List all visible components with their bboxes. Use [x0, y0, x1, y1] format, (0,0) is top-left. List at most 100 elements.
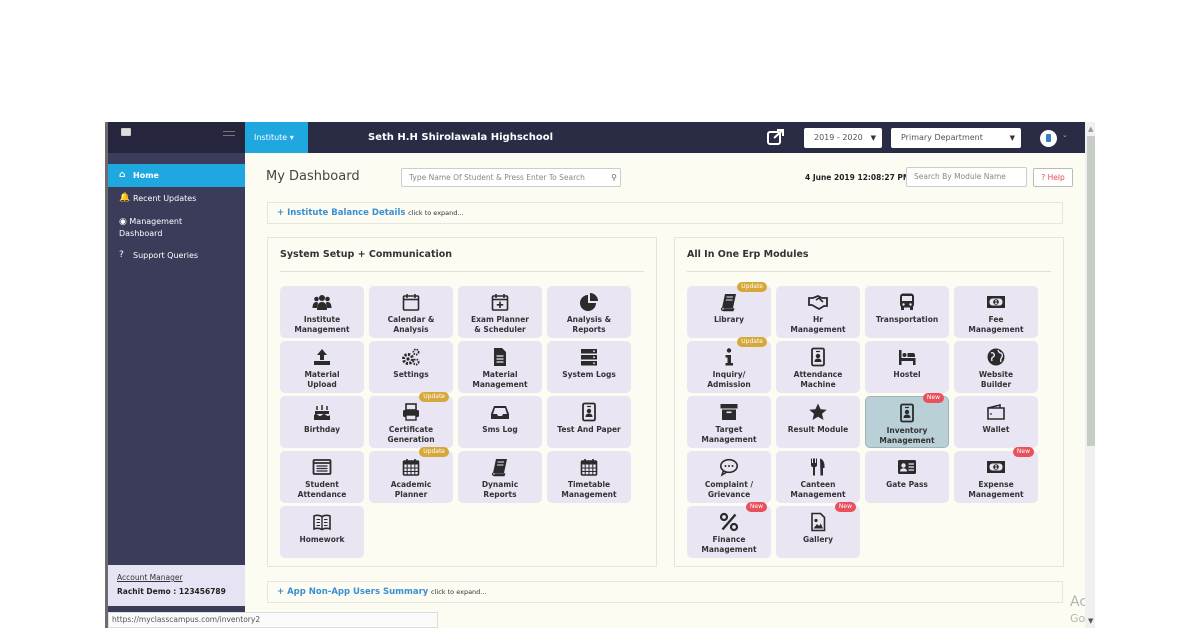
module-tile-homework[interactable]: Homework	[280, 506, 364, 558]
module-tile-calendar-analysis[interactable]: Calendar & Analysis	[369, 286, 453, 338]
module-tile-transportation[interactable]: Transportation	[865, 286, 949, 338]
module-tile-inventory-management[interactable]: Inventory Management New	[865, 393, 949, 448]
module-tile-system-logs[interactable]: System Logs	[547, 341, 631, 393]
module-tile-canteen-management[interactable]: Canteen Management	[776, 451, 860, 503]
module-label: Finance	[712, 535, 746, 544]
sidebar-item-recent-updates[interactable]: 🔔 Recent Updates	[108, 187, 245, 210]
module-label: Hr	[813, 315, 823, 324]
module-tile-material-management[interactable]: Material Management	[458, 341, 542, 393]
module-label-line2: Management	[879, 435, 935, 445]
scroll-down-icon[interactable]: ▼	[1088, 617, 1093, 625]
update-badge: Update	[419, 392, 449, 402]
module-tile-test-and-paper[interactable]: Test And Paper	[547, 396, 631, 448]
logo-image	[121, 128, 131, 136]
avatar-caret-icon[interactable]: ⌄	[1062, 131, 1068, 139]
module-tile-attendance-machine[interactable]: Attendance Machine	[776, 341, 860, 393]
module-tile-institute-management[interactable]: Institute Management	[280, 286, 364, 338]
module-tile-certificate-generation[interactable]: Certificate Generation Update	[369, 392, 453, 448]
book-icon	[687, 292, 771, 312]
sidebar-item-label: Recent Updates	[133, 194, 197, 203]
users-icon	[280, 292, 364, 312]
module-tile-result-module[interactable]: Result Module	[776, 396, 860, 448]
module-search-input[interactable]: Search By Module Name	[906, 167, 1027, 187]
dropdown-arrow-icon: ▼	[870, 134, 876, 142]
institute-dropdown[interactable]: Institute ▾	[245, 122, 308, 153]
search-icon[interactable]: ⚲	[611, 169, 617, 186]
star-icon	[776, 402, 860, 422]
module-tile-exam-planner-scheduler[interactable]: Exam Planner & Scheduler	[458, 286, 542, 338]
users-summary-title[interactable]: + App Non-App Users Summary	[277, 587, 428, 597]
module-tile-timetable-management[interactable]: Timetable Management	[547, 451, 631, 503]
comment-icon	[687, 457, 771, 477]
module-tile-birthday[interactable]: Birthday	[280, 396, 364, 448]
module-tile-complaint-grievance[interactable]: Complaint / Grievance	[687, 451, 771, 503]
module-tile-website-builder[interactable]: Website Builder	[954, 341, 1038, 393]
module-label: Material	[304, 370, 340, 379]
module-label-line2: Upload	[307, 379, 337, 389]
module-label: System Logs	[562, 370, 616, 379]
users-summary-bar[interactable]: + App Non-App Users Summary click to exp…	[267, 581, 1063, 603]
module-tile-analysis-reports[interactable]: Analysis & Reports	[547, 286, 631, 338]
scrollbar-thumb[interactable]	[1087, 136, 1095, 446]
academic-year-select[interactable]: 2019 - 2020 ▼	[804, 128, 882, 148]
module-tile-settings[interactable]: Settings	[369, 341, 453, 393]
sidebar-item-support-queries[interactable]: ? Support Queries	[108, 244, 245, 267]
account-manager-box: Account Manager Rachit Demo : 123456789	[108, 565, 245, 606]
institute-balance-title[interactable]: + Institute Balance Details	[277, 208, 405, 218]
module-label: Student	[305, 480, 339, 489]
account-manager-link[interactable]: Account Manager	[117, 573, 236, 582]
module-tile-academic-planner[interactable]: Academic Planner Update	[369, 447, 453, 503]
money-icon: 1	[954, 457, 1038, 477]
user-avatar[interactable]	[1040, 130, 1057, 147]
browser-window: Institute ▾ Seth H.H Shirolawala Highsch…	[105, 122, 1095, 628]
module-tile-finance-management[interactable]: Finance Management New	[687, 502, 771, 558]
module-tile-dynamic-reports[interactable]: Dynamic Reports	[458, 451, 542, 503]
module-label: Gate Pass	[886, 480, 928, 489]
module-tile-inquiry-admission[interactable]: Inquiry/Admission Update	[687, 337, 771, 393]
scroll-up-icon[interactable]: ▲	[1088, 125, 1093, 133]
calendar-grid-icon	[369, 457, 453, 477]
module-tile-material-upload[interactable]: Material Upload	[280, 341, 364, 393]
department-value: Primary Department	[901, 133, 983, 142]
student-search-input[interactable]: Type Name Of Student & Press Enter To Se…	[401, 168, 621, 187]
department-select[interactable]: Primary Department ▼	[891, 128, 1021, 148]
new-badge: New	[745, 502, 767, 512]
module-tile-wallet[interactable]: Wallet	[954, 396, 1038, 448]
module-tile-gate-pass[interactable]: Gate Pass	[865, 451, 949, 503]
module-label-line2: Attendance	[297, 489, 347, 499]
sidebar-item-label: Home	[133, 171, 159, 180]
external-link-icon[interactable]	[766, 128, 786, 146]
hamburger-menu-icon[interactable]	[223, 131, 235, 139]
sidebar-item-home[interactable]: ⌂ Home	[108, 164, 245, 187]
module-label: Hostel	[893, 370, 921, 379]
module-tile-student-attendance[interactable]: Student Attendance	[280, 451, 364, 503]
inbox-icon	[458, 402, 542, 422]
sidebar-item-label: ◉ Management	[119, 217, 183, 227]
module-tile-hr-management[interactable]: Hr Management	[776, 286, 860, 338]
module-tile-target-management[interactable]: Target Management	[687, 396, 771, 448]
institute-balance-bar[interactable]: + Institute Balance Details click to exp…	[267, 202, 1063, 224]
main-content: My Dashboard Type Name Of Student & Pres…	[245, 153, 1095, 628]
new-badge: New	[922, 393, 944, 403]
birthday-icon	[280, 402, 364, 422]
expand-hint: click to expand...	[431, 588, 487, 596]
module-tile-library[interactable]: Library Update	[687, 282, 771, 338]
module-tile-fee-management[interactable]: 1 Fee Management	[954, 286, 1038, 338]
module-grid: Library Update Hr Management Transportation 1…	[687, 282, 1038, 558]
help-button[interactable]: ? Help	[1033, 168, 1073, 187]
module-tile-gallery[interactable]: Gallery New	[776, 502, 860, 558]
module-label: Calendar &	[387, 315, 435, 324]
sidebar-item-management[interactable]: ◉ Management Dashboard	[108, 210, 245, 244]
info-icon	[687, 347, 771, 367]
vertical-scrollbar[interactable]: ▲ ▼	[1085, 122, 1095, 628]
upload-icon	[280, 347, 364, 367]
update-badge: Update	[419, 447, 449, 457]
calendar-grid-icon	[547, 457, 631, 477]
top-navbar: Institute ▾ Seth H.H Shirolawala Highsch…	[108, 122, 1085, 153]
module-tile-hostel[interactable]: Hostel	[865, 341, 949, 393]
module-tile-expense-management[interactable]: 1 Expense Management New	[954, 447, 1038, 503]
module-label-line2: Management	[294, 324, 350, 334]
module-label: Exam Planner	[470, 315, 530, 324]
module-tile-sms-log[interactable]: Sms Log	[458, 396, 542, 448]
module-label-line2: Reports	[483, 489, 517, 499]
